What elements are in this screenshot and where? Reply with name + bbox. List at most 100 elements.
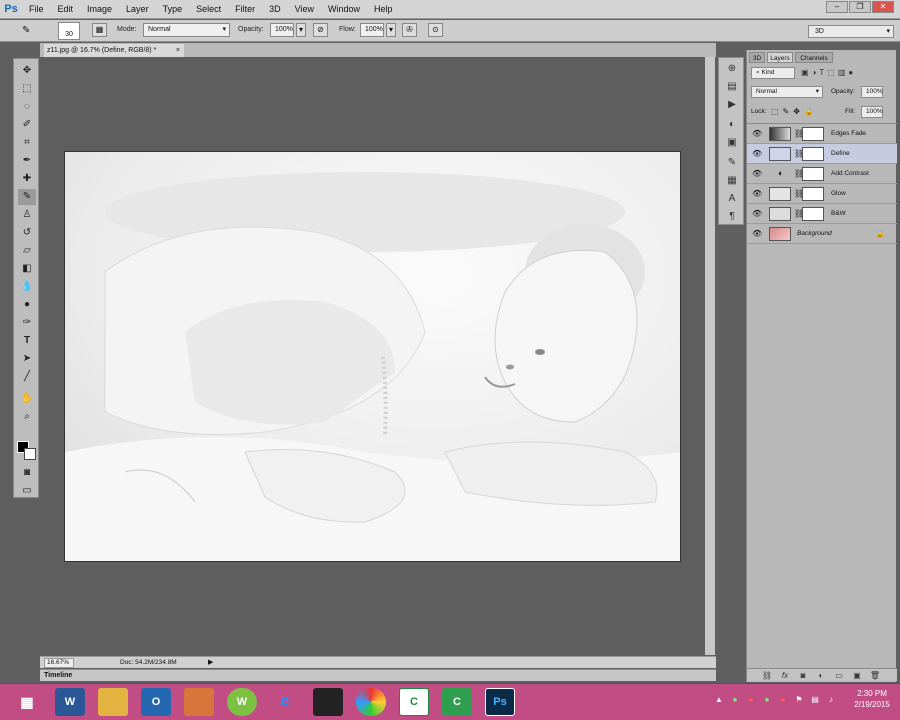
eyedropper-tool-icon[interactable]: ✒ (18, 153, 36, 169)
3d-panel-icon[interactable]: ⊕ (724, 62, 740, 76)
media-player-taskbar-icon[interactable] (184, 688, 214, 716)
layer-define[interactable]: 👁 ⛓ Define (747, 144, 897, 164)
menu-select[interactable]: Select (189, 0, 228, 19)
history-brush-tool-icon[interactable]: ↺ (18, 225, 36, 241)
minimize-button[interactable]: – (826, 1, 848, 13)
add-mask-icon[interactable]: ◙ (797, 670, 809, 681)
brush-tool-icon[interactable]: ✎ (18, 189, 36, 205)
quick-mask-icon[interactable]: ◙ (18, 465, 36, 481)
character-panel-icon[interactable]: A (724, 192, 740, 206)
dodge-tool-icon[interactable]: ● (18, 297, 36, 313)
eye-icon[interactable]: 👁 (752, 169, 762, 179)
zoom-level-field[interactable]: 16.67% (44, 658, 74, 668)
document-tab[interactable]: z11.jpg @ 16.7% (Define, RGB/8) * × (44, 44, 184, 57)
file-explorer-taskbar-icon[interactable] (98, 688, 128, 716)
screen-mode-icon[interactable]: ▭ (18, 483, 36, 499)
menu-help[interactable]: Help (367, 0, 400, 19)
tray-overflow-icon[interactable]: ▲ (714, 695, 724, 705)
crop-tool-icon[interactable]: ⌗ (18, 135, 36, 151)
eye-icon[interactable]: 👁 (752, 209, 762, 219)
internet-explorer-taskbar-icon[interactable]: e (270, 688, 300, 716)
restore-button[interactable]: ❐ (849, 1, 871, 13)
color-panel-icon[interactable]: ▦ (724, 174, 740, 188)
brush-panel-icon[interactable]: ✎ (724, 156, 740, 170)
eye-icon[interactable]: 👁 (752, 149, 762, 159)
word-taskbar-icon[interactable]: W (55, 688, 85, 716)
status-menu-arrow-icon[interactable]: ▶ (208, 658, 213, 666)
lasso-tool-icon[interactable]: ◌ (18, 99, 36, 115)
timeline-panel-tab[interactable]: Timeline (40, 669, 716, 681)
layer-filter-kind-select[interactable]: ⌕ Kind (751, 67, 795, 79)
move-tool-icon[interactable]: ✥ (18, 63, 36, 79)
network-icon[interactable]: ▤ (810, 695, 820, 705)
camtasia-taskbar-icon[interactable]: C (399, 688, 429, 716)
picasa-taskbar-icon[interactable] (356, 688, 386, 716)
opacity-input[interactable]: 100% (270, 23, 294, 37)
clone-stamp-tool-icon[interactable]: ♙ (18, 207, 36, 223)
fill-input[interactable]: 100% (861, 106, 883, 118)
eraser-tool-icon[interactable]: ▱ (18, 243, 36, 259)
menu-view[interactable]: View (288, 0, 321, 19)
outlook-taskbar-icon[interactable]: O (141, 688, 171, 716)
vertical-scrollbar[interactable] (705, 57, 715, 655)
menu-edit[interactable]: Edit (51, 0, 81, 19)
blend-mode-select[interactable]: Normal ▾ (751, 86, 823, 98)
new-layer-icon[interactable]: ▣ (851, 670, 863, 681)
menu-filter[interactable]: Filter (228, 0, 262, 19)
eye-icon[interactable]: 👁 (752, 189, 762, 199)
eye-icon[interactable]: 👁 (752, 129, 762, 139)
link-layers-icon[interactable]: ⛓ (761, 670, 773, 681)
w-app-taskbar-icon[interactable]: W (227, 688, 257, 716)
adjustments-panel-icon[interactable]: ◐ (724, 118, 740, 132)
layer-edges-fade[interactable]: 👁 ⛓ Edges Fade (747, 124, 897, 144)
pressure-size-icon[interactable]: ⊙ (428, 23, 443, 37)
close-button[interactable]: ✕ (872, 1, 894, 13)
properties-panel-icon[interactable]: ▣ (724, 136, 740, 150)
camera-app-taskbar-icon[interactable] (313, 688, 343, 716)
menu-layer[interactable]: Layer (119, 0, 156, 19)
brush-preset-picker[interactable]: 30 (58, 22, 80, 40)
opacity-dropdown-icon[interactable]: ▾ (296, 23, 306, 37)
background-color-swatch[interactable] (24, 448, 36, 460)
airbrush-icon[interactable]: ✇ (402, 23, 417, 37)
marquee-tool-icon[interactable]: ⬚ (18, 81, 36, 97)
tray-app-icon[interactable]: ● (762, 695, 772, 705)
eye-icon[interactable]: 👁 (752, 229, 762, 239)
menu-window[interactable]: Window (321, 0, 367, 19)
tray-app-icon[interactable]: ● (746, 695, 756, 705)
lock-options-icons[interactable]: ⬚✎✥🔒 (771, 107, 818, 116)
flow-dropdown-icon[interactable]: ▾ (386, 23, 396, 37)
photoshop-taskbar-icon[interactable]: Ps (485, 688, 515, 716)
type-tool-icon[interactable]: T (18, 333, 36, 349)
photo-canvas[interactable] (64, 151, 681, 562)
tray-app-icon[interactable]: ● (730, 695, 740, 705)
menu-type[interactable]: Type (156, 0, 190, 19)
tab-layers[interactable]: Layers (767, 52, 793, 63)
actions-panel-icon[interactable]: ▶ (724, 98, 740, 112)
close-icon[interactable]: × (176, 44, 180, 57)
blur-tool-icon[interactable]: 💧 (18, 279, 36, 295)
workspace-switcher[interactable]: 3D ▾ (808, 25, 894, 38)
layer-bw[interactable]: 👁 ⛓ B&W (747, 204, 897, 224)
brush-tool-icon[interactable]: ✎ (22, 24, 36, 38)
camtasia-recorder-taskbar-icon[interactable]: C (442, 688, 472, 716)
layer-filter-icons[interactable]: ▣◑T⬚▥● (801, 67, 891, 79)
healing-brush-tool-icon[interactable]: ✚ (18, 171, 36, 187)
menu-image[interactable]: Image (80, 0, 119, 19)
mode-select[interactable]: Normal ▾ (143, 23, 230, 37)
layer-background[interactable]: 👁 Background 🔒 (747, 224, 897, 244)
flow-input[interactable]: 100% (360, 23, 384, 37)
paragraph-panel-icon[interactable]: ¶ (724, 210, 740, 224)
layer-style-icon[interactable]: fx (779, 670, 791, 681)
pressure-opacity-icon[interactable]: ⊘ (313, 23, 328, 37)
volume-icon[interactable]: ♪ (826, 695, 836, 705)
tab-channels[interactable]: Channels (795, 52, 833, 63)
line-tool-icon[interactable]: ╱ (18, 369, 36, 385)
brush-panel-toggle-icon[interactable]: ▦ (92, 23, 107, 37)
panel-opacity-input[interactable]: 100% (861, 86, 883, 98)
pen-tool-icon[interactable]: ✑ (18, 315, 36, 331)
quick-select-tool-icon[interactable]: ✐ (18, 117, 36, 133)
hand-tool-icon[interactable]: ✋ (18, 391, 36, 407)
trash-icon[interactable]: 🗑 (869, 670, 881, 681)
layer-glow[interactable]: 👁 ⛓ Glow (747, 184, 897, 204)
